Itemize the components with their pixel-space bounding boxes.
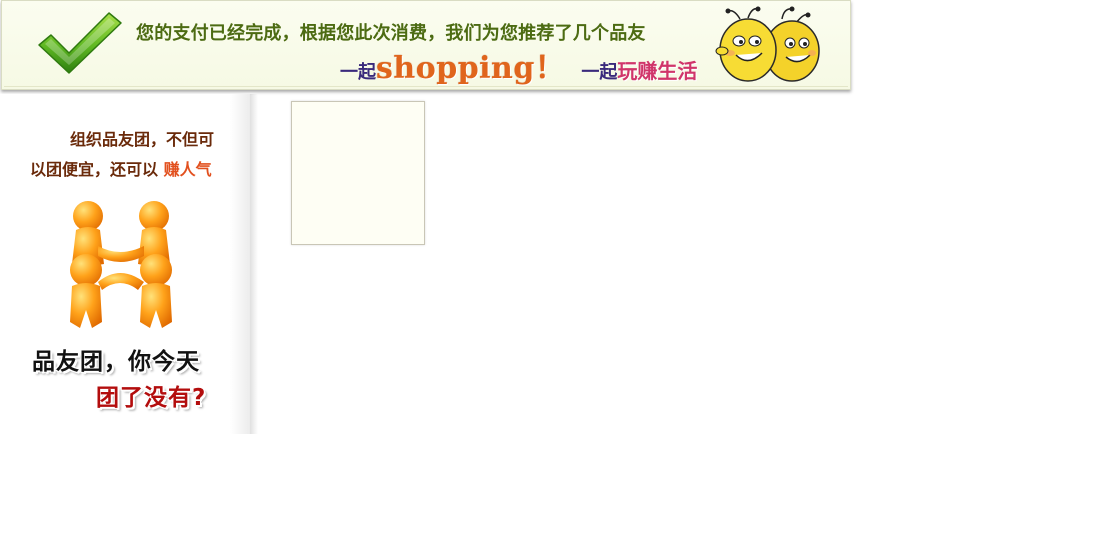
slogan-tail: 玩赚生活 (617, 59, 698, 83)
promo-line-2-text: 以团便宜，还可以 (30, 160, 159, 179)
team-people-icon (70, 201, 172, 328)
promo-title-line-2: 团了没有? (96, 385, 207, 411)
checkmark-icon (38, 12, 122, 74)
promo-title-line-1: 品友团，你今天 (32, 349, 200, 375)
banner-slogan: 一起shopping！ 一起玩赚生活 (340, 43, 697, 86)
promo-line-1: 组织品友团，不但可 (69, 130, 214, 149)
slogan-prefix-2: 一起 (581, 62, 618, 83)
recommended-friend-card[interactable] (291, 101, 425, 245)
promo-highlight: 赚人气 (163, 160, 212, 179)
slogan-prefix-1: 一起 (340, 62, 376, 83)
group-promo-panel: 组织品友团，不但可 以团便宜，还可以 赚人气 品友团，你今天 团了没有? (0, 94, 250, 434)
payment-success-banner: 您的支付已经完成，根据您此次消费，我们为您推荐了几个品友 一起shopping！… (1, 0, 851, 90)
bees-mascot-icon (715, 6, 820, 82)
promo-line-2: 以团便宜，还可以 赚人气 (30, 156, 212, 180)
slogan-shopping: shopping！ (376, 51, 566, 86)
payment-complete-message: 您的支付已经完成，根据您此次消费，我们为您推荐了几个品友 (136, 23, 646, 44)
promo-panel-shadow (250, 94, 258, 434)
